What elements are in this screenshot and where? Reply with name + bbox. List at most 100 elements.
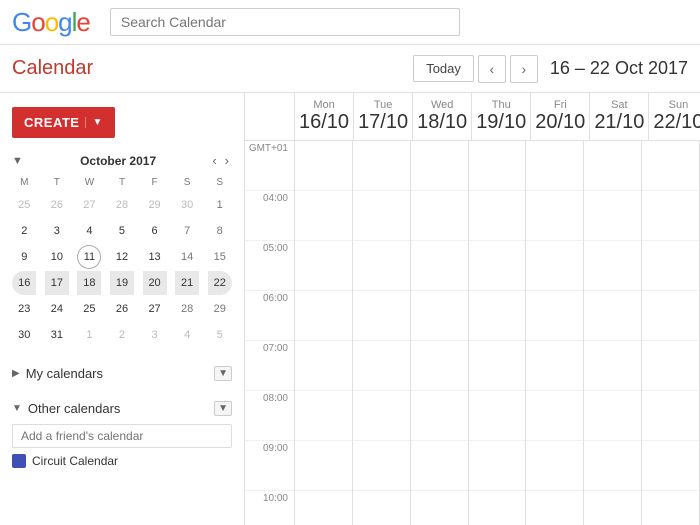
day-cell[interactable] bbox=[353, 241, 410, 291]
mini-cal-cell[interactable]: 12 bbox=[110, 245, 134, 269]
day-cell[interactable] bbox=[584, 341, 641, 391]
day-cell[interactable] bbox=[584, 441, 641, 491]
day-cell[interactable] bbox=[353, 441, 410, 491]
day-cell[interactable] bbox=[526, 341, 583, 391]
day-col[interactable] bbox=[353, 141, 411, 525]
mini-cal-cell[interactable]: 4 bbox=[77, 219, 101, 243]
mini-cal-cell[interactable]: 27 bbox=[143, 297, 167, 321]
add-friend-input[interactable] bbox=[12, 424, 232, 448]
day-col[interactable] bbox=[295, 141, 353, 525]
day-cell[interactable] bbox=[469, 191, 526, 241]
mini-cal-cell[interactable]: 25 bbox=[77, 297, 101, 321]
mini-cal-expand-arrow[interactable]: ▼ bbox=[12, 155, 23, 167]
mini-cal-cell[interactable]: 18 bbox=[77, 271, 101, 295]
day-cell[interactable] bbox=[526, 441, 583, 491]
mini-cal-cell[interactable]: 2 bbox=[12, 219, 36, 243]
mini-cal-cell[interactable]: 31 bbox=[45, 323, 69, 347]
day-cell[interactable] bbox=[295, 191, 352, 241]
day-cell[interactable] bbox=[295, 241, 352, 291]
day-cell[interactable] bbox=[411, 341, 468, 391]
mini-cal-cell[interactable]: 5 bbox=[208, 323, 232, 347]
mini-cal-cell[interactable]: 4 bbox=[175, 323, 199, 347]
mini-cal-cell[interactable]: 30 bbox=[175, 193, 199, 217]
my-calendars-dropdown[interactable]: ▼ bbox=[214, 366, 232, 381]
day-col[interactable] bbox=[584, 141, 642, 525]
day-cell[interactable] bbox=[584, 191, 641, 241]
day-cell[interactable] bbox=[411, 141, 468, 191]
day-cell[interactable] bbox=[295, 391, 352, 441]
day-cell[interactable] bbox=[295, 291, 352, 341]
mini-cal-cell[interactable]: 5 bbox=[110, 219, 134, 243]
mini-cal-cell[interactable]: 2 bbox=[110, 323, 134, 347]
mini-cal-prev-button[interactable]: ‹ bbox=[209, 152, 219, 169]
day-cell[interactable] bbox=[411, 291, 468, 341]
day-cell[interactable] bbox=[642, 141, 699, 191]
day-cell[interactable] bbox=[469, 241, 526, 291]
mini-cal-cell[interactable]: 19 bbox=[110, 271, 134, 295]
mini-cal-cell[interactable]: 1 bbox=[208, 193, 232, 217]
create-dropdown-arrow[interactable]: ▼ bbox=[85, 117, 102, 128]
mini-cal-cell[interactable]: 27 bbox=[77, 193, 101, 217]
mini-cal-cell[interactable]: 3 bbox=[45, 219, 69, 243]
mini-cal-cell[interactable]: 29 bbox=[208, 297, 232, 321]
day-cell[interactable] bbox=[353, 341, 410, 391]
day-cell[interactable] bbox=[526, 491, 583, 525]
mini-cal-cell[interactable]: 25 bbox=[12, 193, 36, 217]
day-cell[interactable] bbox=[642, 341, 699, 391]
mini-cal-cell[interactable]: 3 bbox=[143, 323, 167, 347]
other-calendars-dropdown[interactable]: ▼ bbox=[214, 401, 232, 416]
mini-cal-cell[interactable]: 26 bbox=[110, 297, 134, 321]
today-button[interactable]: Today bbox=[413, 55, 474, 82]
day-cell[interactable] bbox=[353, 191, 410, 241]
day-cell[interactable] bbox=[584, 391, 641, 441]
day-cell[interactable] bbox=[642, 291, 699, 341]
day-col[interactable] bbox=[642, 141, 700, 525]
day-col[interactable] bbox=[411, 141, 469, 525]
day-cell[interactable] bbox=[295, 141, 352, 191]
day-cell[interactable] bbox=[642, 441, 699, 491]
mini-cal-cell[interactable]: 30 bbox=[12, 323, 36, 347]
mini-cal-cell[interactable]: 6 bbox=[143, 219, 167, 243]
day-cell[interactable] bbox=[295, 441, 352, 491]
mini-cal-cell[interactable]: 8 bbox=[208, 219, 232, 243]
create-button[interactable]: CREATE ▼ bbox=[12, 107, 115, 138]
day-cell[interactable] bbox=[469, 391, 526, 441]
day-cell[interactable] bbox=[526, 141, 583, 191]
other-calendars-header[interactable]: ▼ Other calendars ▼ bbox=[12, 401, 232, 416]
mini-cal-cell[interactable]: 22 bbox=[208, 271, 232, 295]
mini-cal-cell[interactable]: 28 bbox=[175, 297, 199, 321]
day-cell[interactable] bbox=[353, 491, 410, 525]
day-col[interactable] bbox=[526, 141, 584, 525]
mini-cal-cell[interactable]: 23 bbox=[12, 297, 36, 321]
my-calendars-header[interactable]: ▶ My calendars ▼ bbox=[12, 366, 232, 381]
day-cell[interactable] bbox=[353, 391, 410, 441]
mini-cal-cell[interactable]: 14 bbox=[175, 245, 199, 269]
day-cell[interactable] bbox=[469, 441, 526, 491]
search-input[interactable] bbox=[110, 8, 460, 36]
mini-cal-cell[interactable]: 29 bbox=[143, 193, 167, 217]
mini-cal-cell[interactable]: 9 bbox=[12, 245, 36, 269]
prev-button[interactable]: ‹ bbox=[478, 55, 506, 83]
mini-cal-cell[interactable]: 28 bbox=[110, 193, 134, 217]
day-cell[interactable] bbox=[469, 341, 526, 391]
day-cell[interactable] bbox=[642, 491, 699, 525]
day-cell[interactable] bbox=[584, 291, 641, 341]
day-cell[interactable] bbox=[295, 491, 352, 525]
day-cell[interactable] bbox=[584, 491, 641, 525]
day-cell[interactable] bbox=[353, 141, 410, 191]
mini-cal-next-button[interactable]: › bbox=[222, 152, 232, 169]
mini-cal-cell[interactable]: 16 bbox=[12, 271, 36, 295]
day-cell[interactable] bbox=[642, 241, 699, 291]
mini-cal-cell[interactable]: 7 bbox=[175, 219, 199, 243]
mini-cal-cell[interactable]: 13 bbox=[143, 245, 167, 269]
day-cell[interactable] bbox=[411, 441, 468, 491]
mini-cal-cell[interactable]: 15 bbox=[208, 245, 232, 269]
mini-cal-cell[interactable]: 1 bbox=[77, 323, 101, 347]
mini-cal-cell[interactable]: 20 bbox=[143, 271, 167, 295]
day-cell[interactable] bbox=[642, 191, 699, 241]
mini-cal-cell[interactable]: 11 bbox=[77, 245, 101, 269]
day-cell[interactable] bbox=[642, 391, 699, 441]
day-cell[interactable] bbox=[469, 291, 526, 341]
day-cell[interactable] bbox=[411, 491, 468, 525]
day-cell[interactable] bbox=[526, 291, 583, 341]
